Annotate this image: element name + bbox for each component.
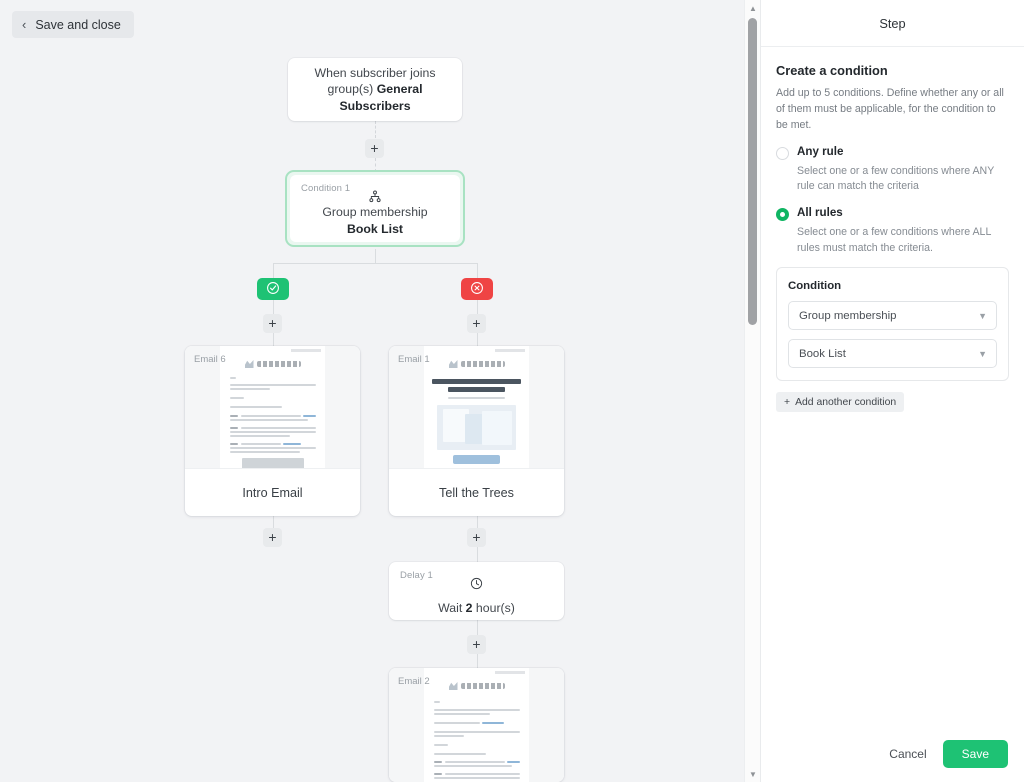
workflow-canvas: ‹ Save and close When subscriber joins g… bbox=[0, 0, 760, 782]
panel-header: Step bbox=[761, 0, 1024, 47]
condition-node-label: Condition 1 bbox=[301, 183, 350, 194]
add-step-button-right-2[interactable]: + bbox=[467, 528, 486, 547]
condition-value: Book List bbox=[347, 222, 403, 236]
connector-branch-right bbox=[477, 263, 478, 278]
radio-all-rules-label[interactable]: All rules bbox=[797, 206, 843, 221]
chevron-left-icon: ‹ bbox=[22, 18, 26, 31]
email-thumbnail-left bbox=[220, 346, 325, 468]
panel-footer: Cancel Save bbox=[761, 726, 1024, 782]
connector-no-a bbox=[477, 300, 478, 314]
condition-node-text: Group membership Book List bbox=[290, 204, 460, 237]
add-step-button-right-3[interactable]: + bbox=[467, 635, 486, 654]
panel-body: Create a condition Add up to 5 condition… bbox=[761, 47, 1024, 726]
triangle-down-icon[interactable]: ▼ bbox=[745, 766, 760, 782]
connector-branch-horizontal bbox=[273, 263, 477, 264]
email-node-bottom[interactable]: Email 2 bbox=[389, 668, 564, 782]
connector-branch-left bbox=[273, 263, 274, 278]
save-and-close-button[interactable]: ‹ Save and close bbox=[12, 11, 134, 38]
radio-all-rules-description: Select one or a few conditions where ALL… bbox=[797, 225, 1009, 256]
email-preview-left: Email 6 bbox=[185, 346, 360, 468]
check-circle-icon bbox=[266, 281, 280, 298]
add-another-condition-label: Add another condition bbox=[795, 397, 896, 408]
connector-delay-down-a bbox=[477, 620, 478, 635]
delay-text-prefix: Wait bbox=[438, 601, 466, 615]
add-another-condition-button[interactable]: + Add another condition bbox=[776, 392, 904, 412]
delay-text-suffix: hour(s) bbox=[473, 601, 515, 615]
delay-node-label: Delay 1 bbox=[400, 570, 433, 581]
condition-value-select[interactable]: Book List ▼ bbox=[788, 339, 997, 368]
radio-any-rule-label[interactable]: Any rule bbox=[797, 145, 843, 160]
email-left-title: Intro Email bbox=[185, 468, 360, 516]
email-left-label: Email 6 bbox=[194, 354, 226, 365]
connector-no-b bbox=[477, 333, 478, 346]
email-node-left[interactable]: Email 6 bbox=[185, 346, 360, 516]
clock-icon bbox=[438, 577, 515, 595]
email-thumbnail-right bbox=[424, 346, 529, 468]
automation-builder: ‹ Save and close When subscriber joins g… bbox=[0, 0, 1024, 782]
email-right-label: Email 1 bbox=[398, 354, 430, 365]
connector-delay-down-b bbox=[477, 654, 478, 668]
connector-condition-stem bbox=[375, 249, 376, 263]
save-and-close-label: Save and close bbox=[35, 18, 120, 32]
email-right-title: Tell the Trees bbox=[389, 468, 564, 516]
connector-right-down-b bbox=[477, 547, 478, 562]
condition-group-title: Condition bbox=[788, 280, 997, 292]
panel-title: Step bbox=[879, 16, 905, 31]
connector-yes-a bbox=[273, 300, 274, 314]
condition-value-value: Book List bbox=[799, 348, 846, 360]
chevron-down-icon: ▼ bbox=[978, 311, 987, 321]
connector-yes-b bbox=[273, 333, 274, 346]
plus-icon: + bbox=[784, 397, 790, 408]
email-thumbnail-bottom bbox=[424, 668, 529, 782]
workflow-graph: When subscriber joins group(s) General S… bbox=[0, 0, 744, 782]
radio-any-rule-input[interactable] bbox=[776, 147, 789, 160]
trigger-text: When subscriber joins group(s) General S… bbox=[302, 65, 448, 115]
scrollbar-thumb[interactable] bbox=[748, 18, 757, 325]
canvas-toolbar: ‹ Save and close bbox=[0, 0, 744, 48]
email-preview-bottom: Email 2 bbox=[389, 668, 564, 782]
add-step-button-1[interactable]: + bbox=[365, 139, 384, 158]
add-step-button-left-2[interactable]: + bbox=[263, 528, 282, 547]
branch-hierarchy-icon bbox=[369, 190, 382, 208]
delay-node-text: Wait 2 hour(s) bbox=[438, 601, 515, 615]
step-panel: Step Create a condition Add up to 5 cond… bbox=[760, 0, 1024, 782]
connector-trigger-top bbox=[375, 121, 376, 138]
radio-option-any-rule[interactable]: Any rule bbox=[776, 145, 1009, 160]
connector-right-down-a bbox=[477, 514, 478, 528]
condition-type-select[interactable]: Group membership ▼ bbox=[788, 301, 997, 330]
chevron-down-icon: ▼ bbox=[978, 349, 987, 359]
x-circle-icon bbox=[470, 281, 484, 298]
condition-node[interactable]: Condition 1 Group membership Book List bbox=[285, 170, 465, 247]
delay-amount: 2 bbox=[466, 601, 473, 615]
radio-all-rules-input[interactable] bbox=[776, 208, 789, 221]
create-condition-heading: Create a condition bbox=[776, 63, 1009, 78]
cancel-button[interactable]: Cancel bbox=[889, 747, 926, 761]
branch-no-badge[interactable] bbox=[461, 278, 493, 300]
triangle-up-icon[interactable]: ▲ bbox=[745, 0, 760, 16]
delay-node[interactable]: Delay 1 Wait 2 hour(s) bbox=[389, 562, 564, 620]
connector-left-down bbox=[273, 514, 274, 528]
condition-group: Condition Group membership ▼ Book List ▼ bbox=[776, 267, 1009, 381]
add-step-button-no[interactable]: + bbox=[467, 314, 486, 333]
trigger-node[interactable]: When subscriber joins group(s) General S… bbox=[288, 58, 462, 121]
email-bottom-label: Email 2 bbox=[398, 676, 430, 687]
add-step-button-yes[interactable]: + bbox=[263, 314, 282, 333]
radio-option-all-rules[interactable]: All rules bbox=[776, 206, 1009, 221]
email-preview-right: Email 1 bbox=[389, 346, 564, 468]
save-button[interactable]: Save bbox=[943, 740, 1008, 768]
radio-any-rule-description: Select one or a few conditions where ANY… bbox=[797, 164, 1009, 195]
branch-yes-badge[interactable] bbox=[257, 278, 289, 300]
create-condition-description: Add up to 5 conditions. Define whether a… bbox=[776, 86, 1009, 134]
email-node-right[interactable]: Email 1 Tell the Trees bbox=[389, 346, 564, 516]
canvas-scrollbar[interactable]: ▲ ▼ bbox=[744, 0, 760, 782]
condition-type-value: Group membership bbox=[799, 310, 897, 322]
